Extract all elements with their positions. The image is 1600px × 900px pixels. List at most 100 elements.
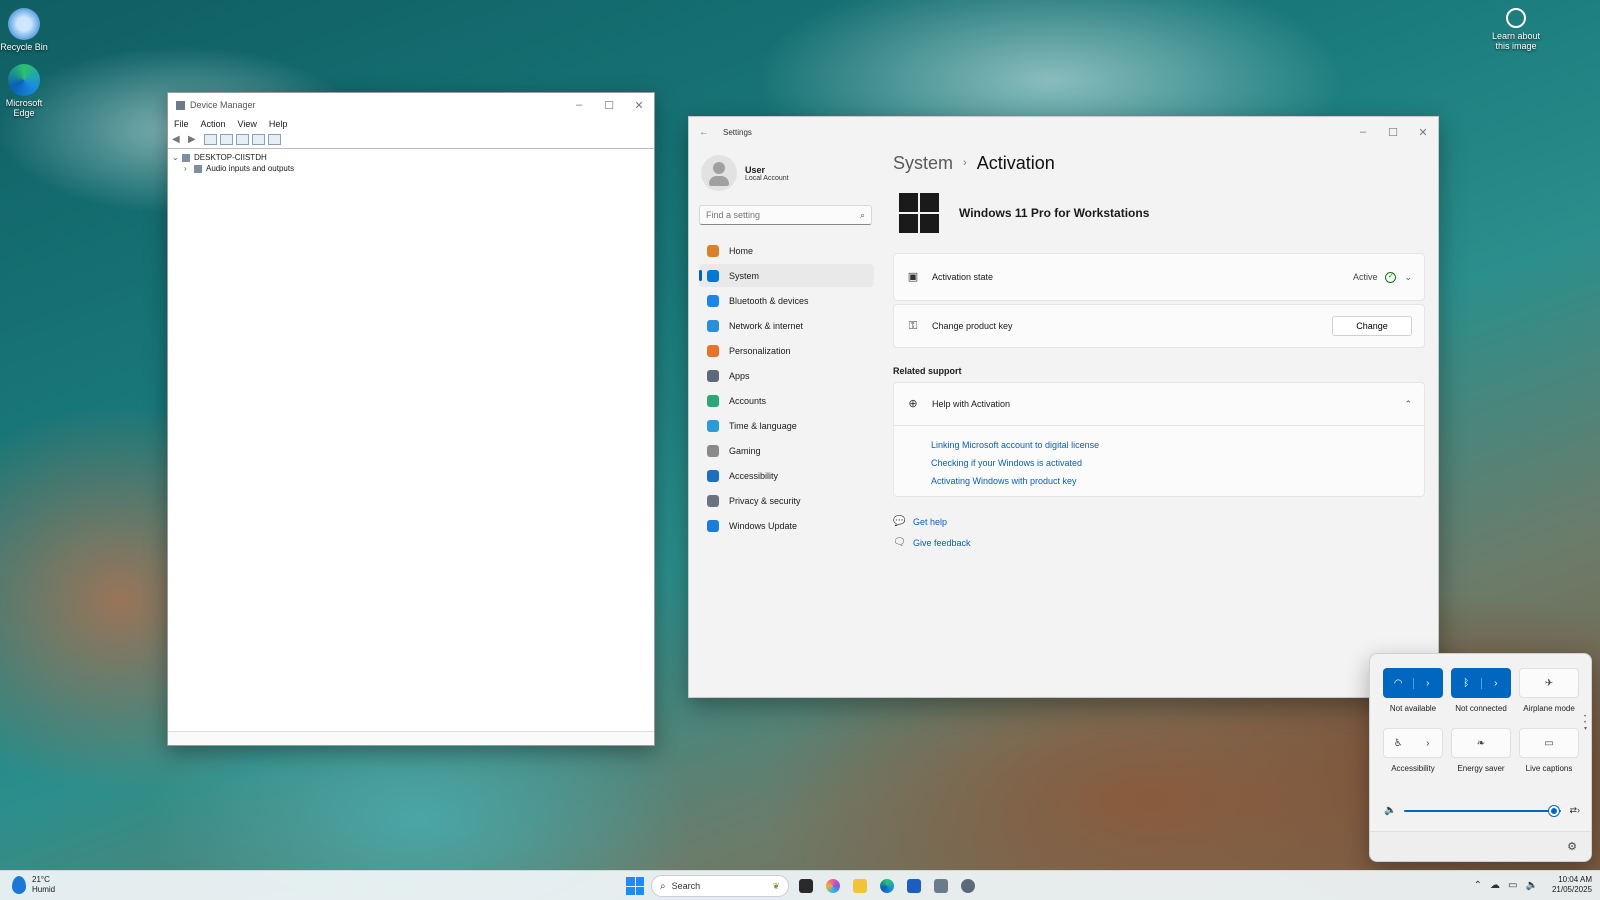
sidebar-item-bluetooth-devices[interactable]: Bluetooth & devices bbox=[699, 289, 874, 312]
maximize-icon[interactable]: ☐ bbox=[1378, 126, 1408, 139]
volume-slider-thumb[interactable] bbox=[1548, 805, 1559, 816]
maximize-icon[interactable]: ☐ bbox=[594, 99, 624, 112]
computer-icon bbox=[182, 153, 190, 162]
quick-tile-energy-saver[interactable]: ❧ bbox=[1451, 728, 1511, 758]
collapse-chevron-icon[interactable]: ⌄ bbox=[172, 153, 182, 162]
sidebar-item-privacy-security[interactable]: Privacy & security bbox=[699, 489, 874, 512]
edge-icon[interactable] bbox=[877, 876, 897, 896]
personalization-icon bbox=[707, 344, 719, 357]
back-arrow-icon[interactable]: ◀ bbox=[172, 134, 185, 145]
sidebar-item-home[interactable]: Home bbox=[699, 239, 874, 262]
sidebar-item-apps[interactable]: Apps bbox=[699, 364, 874, 387]
weather-widget[interactable]: 21°C Humid bbox=[12, 875, 55, 895]
help-link[interactable]: Activating Windows with product key bbox=[931, 472, 1424, 490]
volume-slider[interactable] bbox=[1404, 805, 1562, 816]
sidebar-item-gaming[interactable]: Gaming bbox=[699, 439, 874, 462]
learn-about-image[interactable]: Learn about this image bbox=[1490, 8, 1542, 51]
store-icon[interactable] bbox=[904, 876, 924, 896]
help-link[interactable]: Linking Microsoft account to digital lic… bbox=[931, 436, 1424, 454]
chevron-right-icon[interactable]: › bbox=[1480, 677, 1511, 689]
audio-output-icon[interactable]: ⇄› bbox=[1569, 805, 1580, 816]
search-icon[interactable]: ⌕ bbox=[860, 210, 865, 221]
desktop-icon-edge[interactable]: Microsoft Edge bbox=[0, 64, 50, 118]
minimize-icon[interactable]: – bbox=[564, 99, 594, 112]
device-tree: ⌄ DESKTOP-CIISTDH › Audio inputs and out… bbox=[168, 149, 654, 177]
menu-view[interactable]: View bbox=[238, 119, 257, 129]
privacy-security-icon bbox=[707, 494, 719, 507]
quick-tile-not-available[interactable]: ◠ › bbox=[1383, 668, 1443, 698]
help-links: Linking Microsoft account to digital lic… bbox=[893, 426, 1425, 497]
forward-arrow-icon[interactable]: ▶ bbox=[188, 134, 201, 145]
settings-title: Settings bbox=[723, 127, 752, 137]
properties-icon[interactable] bbox=[204, 134, 217, 145]
get-help-link[interactable]: 💬 Get help bbox=[893, 511, 1425, 532]
product-name: Windows 11 Pro for Workstations bbox=[959, 206, 1150, 220]
search-input[interactable] bbox=[706, 210, 860, 220]
help-link[interactable]: Checking if your Windows is activated bbox=[931, 454, 1424, 472]
chevron-right-icon[interactable]: › bbox=[1412, 737, 1443, 749]
back-arrow-icon[interactable]: ← bbox=[699, 127, 709, 138]
volume-icon[interactable]: 🔈 bbox=[1526, 880, 1538, 891]
chevron-right-icon[interactable]: › bbox=[1412, 677, 1443, 689]
change-button[interactable]: Change bbox=[1332, 316, 1412, 336]
help-chat-icon: 💬 bbox=[893, 516, 906, 527]
chevron-up-icon[interactable]: ⌃ bbox=[1404, 399, 1412, 410]
give-feedback-link[interactable]: 🗨 Give feedback bbox=[893, 532, 1425, 553]
sidebar-item-system[interactable]: System bbox=[699, 264, 874, 287]
monitor-icon[interactable] bbox=[268, 134, 281, 145]
clock[interactable]: 10:04 AM 21/05/2025 bbox=[1552, 875, 1592, 895]
feedback-icon: 🗨 bbox=[893, 537, 906, 548]
desktop-icon-recycle-bin[interactable]: Recycle Bin bbox=[0, 8, 50, 52]
network-icon[interactable]: ▭ bbox=[1508, 880, 1517, 891]
quick-tile-not-connected[interactable]: ᛒ › bbox=[1451, 668, 1511, 698]
expand-chevron-icon[interactable]: › bbox=[184, 164, 194, 173]
sidebar-item-label: Personalization bbox=[729, 345, 791, 356]
taskbar-search[interactable]: ⌕ Search ❦ bbox=[651, 875, 789, 897]
sidebar-item-time-language[interactable]: Time & language bbox=[699, 414, 874, 437]
settings-titlebar[interactable]: ← Settings – ☐ ✕ bbox=[689, 117, 1438, 147]
help-icon[interactable] bbox=[220, 134, 233, 145]
sidebar-item-personalization[interactable]: Personalization bbox=[699, 339, 874, 362]
settings-task-icon[interactable] bbox=[958, 876, 978, 896]
menu-file[interactable]: File bbox=[174, 119, 189, 129]
gear-icon[interactable]: ⚙ bbox=[1567, 840, 1577, 853]
dm-titlebar[interactable]: Device Manager – ☐ ✕ bbox=[168, 93, 654, 117]
file-explorer-icon[interactable] bbox=[850, 876, 870, 896]
quick-tile-airplane-mode[interactable]: ✈ bbox=[1519, 668, 1579, 698]
close-icon[interactable]: ✕ bbox=[1408, 126, 1438, 139]
minimize-icon[interactable]: – bbox=[1348, 126, 1378, 139]
chevron-down-icon[interactable]: ⌄ bbox=[1404, 272, 1412, 283]
view-icon[interactable] bbox=[236, 134, 249, 145]
onedrive-icon[interactable]: ☁ bbox=[1490, 880, 1500, 891]
sidebar-item-network-internet[interactable]: Network & internet bbox=[699, 314, 874, 337]
desktop-icon-label: Microsoft Edge bbox=[5, 98, 43, 118]
time-language-icon bbox=[707, 419, 719, 432]
sidebar-item-accessibility[interactable]: Accessibility bbox=[699, 464, 874, 487]
quick-tile-live-captions[interactable]: ▭ bbox=[1519, 728, 1579, 758]
menu-action[interactable]: Action bbox=[201, 119, 226, 129]
device-manager-task-icon[interactable] bbox=[931, 876, 951, 896]
sidebar-item-windows-update[interactable]: Windows Update bbox=[699, 514, 874, 537]
sidebar-item-accounts[interactable]: Accounts bbox=[699, 389, 874, 412]
avatar bbox=[701, 155, 737, 191]
bluetooth-devices-icon bbox=[707, 294, 719, 307]
chevron-up-icon[interactable]: ⌃ bbox=[1474, 880, 1482, 891]
tree-root[interactable]: ⌄ DESKTOP-CIISTDH bbox=[172, 152, 650, 163]
scan-hardware-icon[interactable] bbox=[252, 134, 265, 145]
copilot-icon[interactable] bbox=[823, 876, 843, 896]
task-view-icon[interactable] bbox=[796, 876, 816, 896]
breadcrumb-parent[interactable]: System bbox=[893, 153, 953, 174]
tree-item[interactable]: › Audio inputs and outputs bbox=[172, 163, 650, 174]
start-button[interactable] bbox=[626, 877, 644, 895]
sidebar-item-label: Bluetooth & devices bbox=[729, 295, 809, 306]
speaker-icon[interactable]: 🔈 bbox=[1384, 805, 1404, 816]
help-activation-card[interactable]: ⊕ Help with Activation ⌃ bbox=[893, 382, 1425, 426]
menu-help[interactable]: Help bbox=[269, 119, 288, 129]
quick-tile-accessibility[interactable]: ♿ › bbox=[1383, 728, 1443, 758]
user-profile[interactable]: User Local Account bbox=[699, 153, 874, 193]
quick-tile-label: Energy saver bbox=[1457, 764, 1505, 773]
activation-state-card[interactable]: ▣ Activation state Active ✓ ⌄ bbox=[893, 253, 1425, 301]
close-icon[interactable]: ✕ bbox=[624, 99, 654, 112]
page-dots-icon[interactable]: • • ▾ bbox=[1584, 714, 1587, 732]
sidebar-item-label: Windows Update bbox=[729, 520, 798, 531]
